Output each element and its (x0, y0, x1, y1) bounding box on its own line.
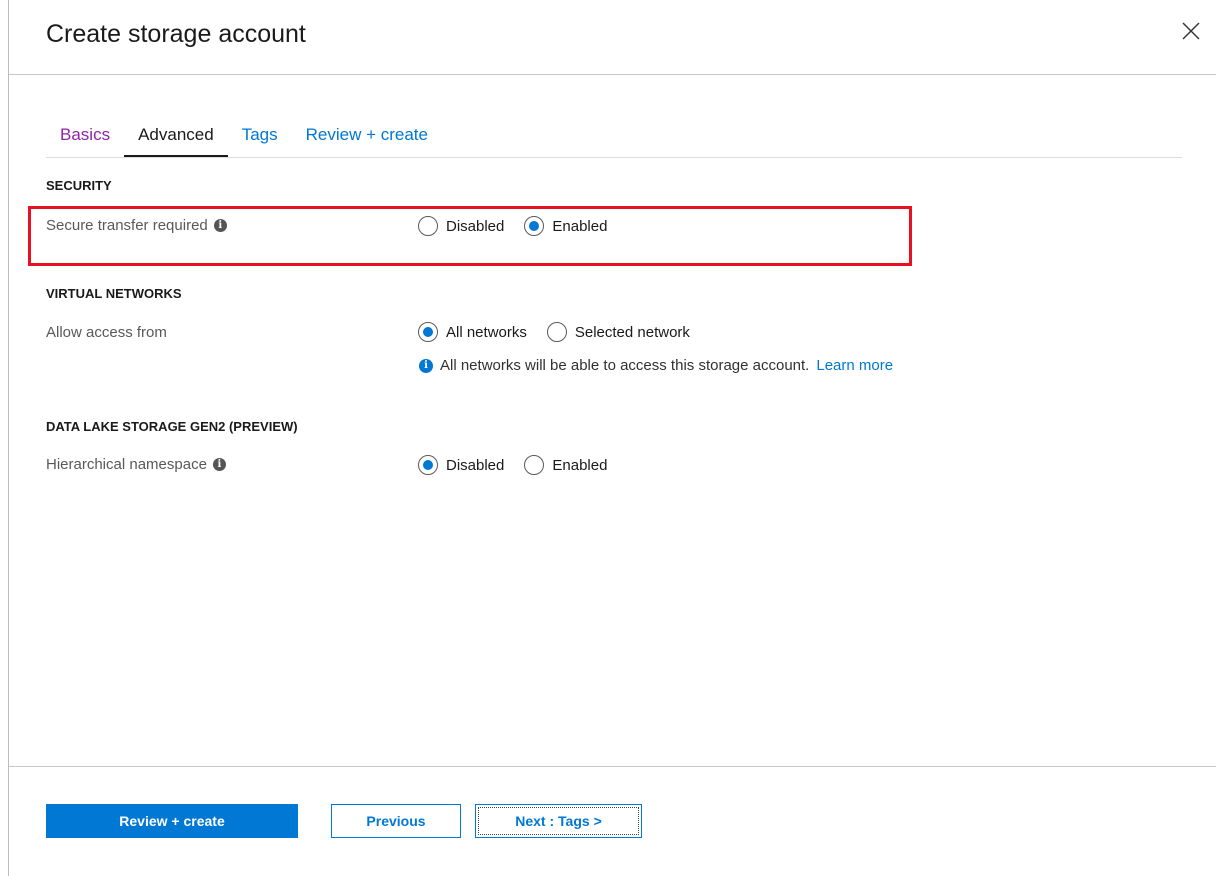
section-security-title: SECURITY (46, 178, 112, 193)
radio-label: Disabled (446, 456, 505, 474)
secure-transfer-enabled-radio[interactable]: Enabled (524, 216, 607, 236)
tab-tags[interactable]: Tags (228, 117, 292, 157)
next-tags-button[interactable]: Next : Tags > (475, 804, 642, 838)
highlight-box (28, 206, 912, 266)
info-icon: i (419, 358, 433, 373)
network-info-message: i All networks will be able to access th… (419, 357, 893, 374)
all-networks-radio[interactable]: All networks (418, 322, 527, 342)
selected-network-radio[interactable]: Selected network (546, 322, 690, 342)
allow-access-radio-group: All networks Selected network (418, 322, 710, 342)
allow-access-label: Allow access from (46, 324, 167, 341)
blade-header: Create storage account (9, 0, 1216, 75)
secure-transfer-label: Secure transfer required i (46, 217, 227, 234)
hierarchical-namespace-radio-group: Disabled Enabled (418, 455, 627, 475)
radio-label: Disabled (446, 217, 505, 235)
hierarchical-disabled-radio[interactable]: Disabled (418, 455, 504, 475)
radio-circle-checked (418, 455, 438, 475)
network-info-text: All networks will be able to access this… (440, 357, 810, 374)
radio-label: All networks (446, 323, 527, 341)
radio-circle-checked (524, 216, 545, 236)
radio-label: Enabled (552, 456, 608, 474)
section-virtual-networks-title: VIRTUAL NETWORKS (46, 286, 182, 301)
hierarchical-namespace-label: Hierarchical namespace i (46, 456, 226, 473)
radio-circle-checked (418, 322, 438, 342)
focus-outline (478, 807, 639, 835)
allow-access-label-text: Allow access from (46, 324, 167, 341)
learn-more-link[interactable]: Learn more (816, 357, 893, 374)
tab-bar: Basics Advanced Tags Review + create (46, 117, 1182, 158)
secure-transfer-disabled-radio[interactable]: Disabled (418, 216, 504, 236)
secure-transfer-radio-group: Disabled Enabled (418, 216, 627, 236)
close-icon (1182, 22, 1200, 40)
hierarchical-enabled-radio[interactable]: Enabled (524, 455, 607, 475)
tab-advanced[interactable]: Advanced (124, 117, 228, 157)
tab-review-create[interactable]: Review + create (292, 117, 442, 157)
radio-label: Selected network (574, 323, 690, 341)
info-icon[interactable]: i (212, 458, 226, 471)
radio-circle (546, 322, 567, 342)
review-create-button[interactable]: Review + create (46, 804, 298, 838)
page-title: Create storage account (46, 20, 306, 48)
info-icon[interactable]: i (213, 219, 227, 232)
section-data-lake-title: DATA LAKE STORAGE GEN2 (PREVIEW) (46, 419, 298, 434)
close-button[interactable] (1178, 18, 1204, 44)
hierarchical-namespace-label-text: Hierarchical namespace (46, 456, 207, 473)
radio-label: Enabled (552, 217, 608, 235)
previous-button[interactable]: Previous (331, 804, 461, 838)
radio-circle (418, 216, 438, 236)
tab-basics[interactable]: Basics (46, 117, 124, 157)
secure-transfer-label-text: Secure transfer required (46, 217, 208, 234)
radio-circle (524, 455, 545, 475)
blade-footer: Review + create Previous Next : Tags > (9, 766, 1216, 876)
create-storage-account-blade: Create storage account Basics Advanced T… (8, 0, 1216, 876)
